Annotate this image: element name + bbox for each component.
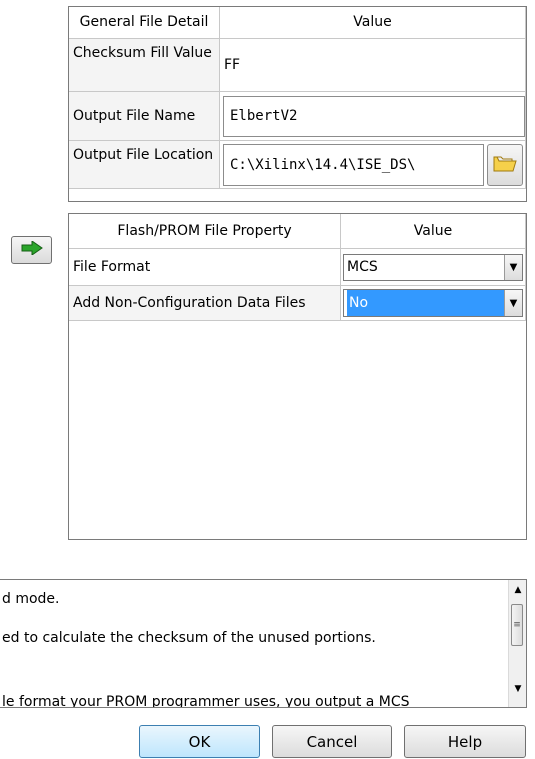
output-file-name-label: Output File Name bbox=[69, 92, 220, 141]
file-format-cell: MCS ▼ bbox=[341, 249, 526, 286]
add-non-config-value: No bbox=[347, 290, 504, 316]
checksum-fill-value[interactable]: FF bbox=[220, 39, 526, 92]
add-non-config-label: Add Non-Configuration Data Files bbox=[69, 286, 341, 321]
file-format-value: MCS bbox=[347, 259, 378, 275]
browse-folder-button[interactable] bbox=[487, 144, 523, 186]
flash-prom-property-panel: Flash/PROM File Property Value File Form… bbox=[68, 213, 527, 540]
file-format-select[interactable]: MCS ▼ bbox=[343, 254, 523, 281]
chevron-down-icon[interactable]: ▼ bbox=[504, 255, 522, 280]
arrow-right-icon bbox=[21, 240, 43, 259]
chevron-down-icon[interactable]: ▼ bbox=[504, 290, 522, 316]
arrow-right-button[interactable] bbox=[11, 236, 52, 264]
folder-icon bbox=[493, 153, 517, 178]
output-file-location-input[interactable]: C:\Xilinx\14.4\ISE_DS\ bbox=[223, 144, 484, 186]
add-non-config-cell: No ▼ bbox=[341, 286, 526, 321]
cancel-button[interactable]: Cancel bbox=[272, 725, 392, 758]
general-file-detail-panel: General File Detail Value Checksum Fill … bbox=[68, 6, 527, 202]
output-file-name-input[interactable]: ElbertV2 bbox=[223, 96, 525, 137]
scroll-down-icon[interactable]: ▼ bbox=[509, 684, 526, 694]
description-scrollbar[interactable]: ▲ ≡ ▼ bbox=[508, 580, 526, 707]
description-line: le format your PROM programmer uses, you… bbox=[2, 694, 410, 708]
file-format-label: File Format bbox=[69, 249, 341, 286]
ok-button[interactable]: OK bbox=[139, 725, 260, 758]
output-file-location-label: Output File Location bbox=[69, 141, 220, 189]
general-header-value: Value bbox=[220, 7, 526, 39]
flash-header-property: Flash/PROM File Property bbox=[69, 214, 341, 249]
description-panel: d mode. ed to calculate the checksum of … bbox=[0, 579, 527, 708]
output-file-name-cell: ElbertV2 bbox=[220, 92, 526, 141]
checksum-fill-label: Checksum Fill Value bbox=[69, 39, 220, 92]
scroll-thumb[interactable]: ≡ bbox=[511, 604, 523, 646]
scroll-up-icon[interactable]: ▲ bbox=[509, 585, 526, 595]
add-non-config-select[interactable]: No ▼ bbox=[343, 289, 523, 317]
output-file-location-cell: C:\Xilinx\14.4\ISE_DS\ bbox=[220, 141, 526, 189]
description-line: ed to calculate the checksum of the unus… bbox=[2, 630, 376, 646]
general-header-property: General File Detail bbox=[69, 7, 220, 39]
description-line: d mode. bbox=[2, 591, 60, 607]
flash-header-value: Value bbox=[341, 214, 526, 249]
help-button[interactable]: Help bbox=[404, 725, 526, 758]
